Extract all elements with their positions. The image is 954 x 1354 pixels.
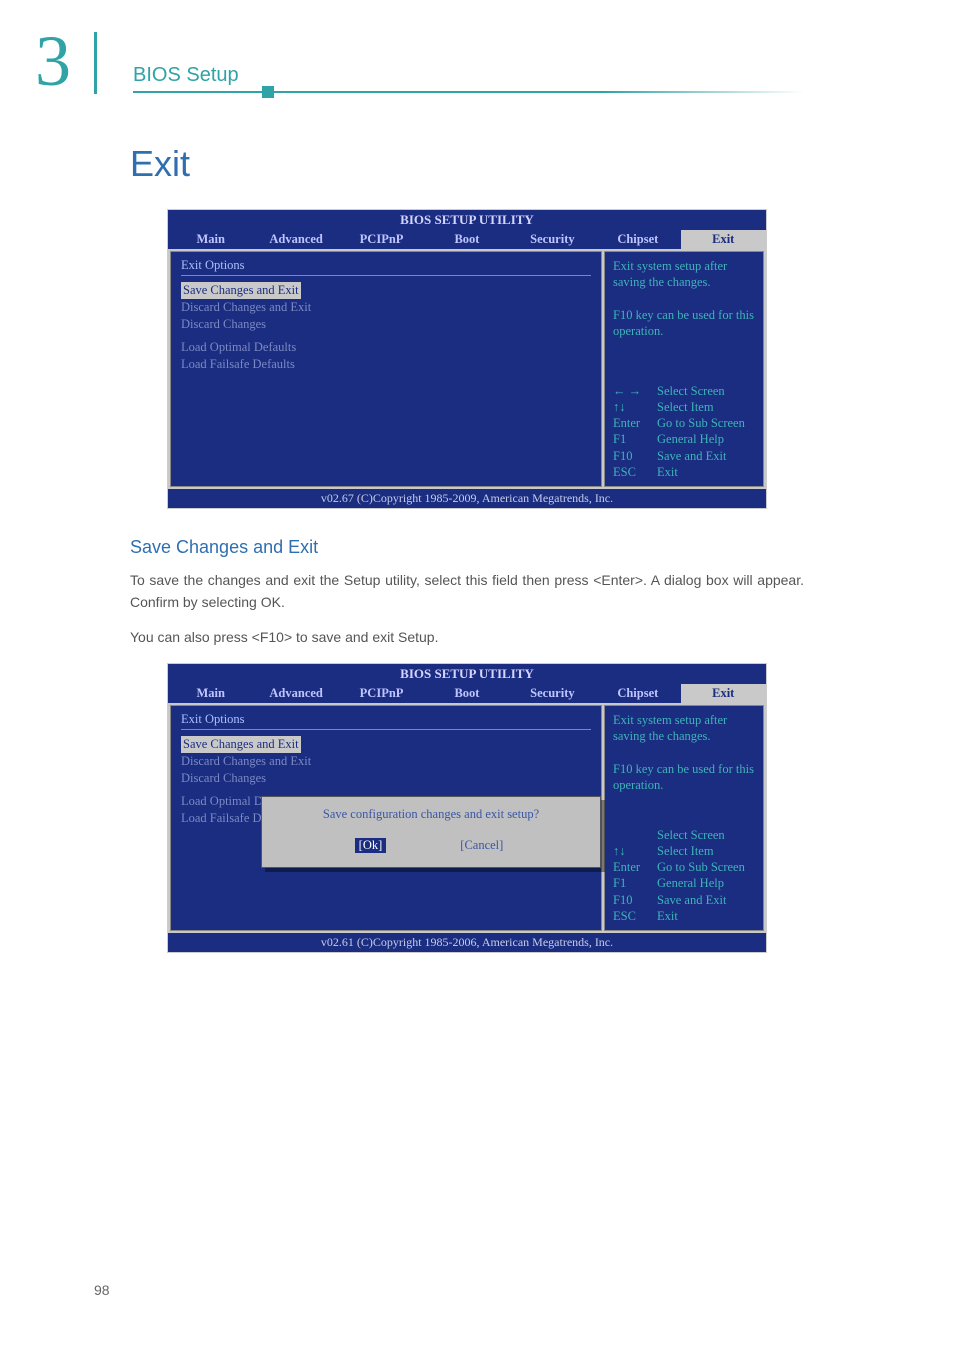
confirm-dialog: Save configuration changes and exit setu… [261,796,601,868]
subheading: Save Changes and Exit [130,537,804,558]
key-select-screen: Select Screen [657,827,725,843]
key-f1: F1 [613,875,657,891]
tab-security[interactable]: Security [510,684,595,703]
bios-tabs: Main Advanced PCIPnP Boot Security Chips… [168,230,766,249]
tab-exit[interactable]: Exit [681,684,766,703]
key-f10: F10 [613,448,657,464]
key-enter: Enter [613,415,657,431]
dialog-ok-button[interactable]: [Ok] [355,838,387,853]
bios-help-pane: Exit system setup after saving the chang… [604,251,764,487]
opt-save-exit[interactable]: Save Changes and Exit [181,736,301,753]
bios-title: BIOS SETUP UTILITY [168,210,766,230]
bios-screenshot-1: BIOS SETUP UTILITY Main Advanced PCIPnP … [167,209,767,509]
help-text: Exit system setup after saving the chang… [613,712,755,793]
bios-footer: v02.61 (C)Copyright 1985-2006, American … [168,933,766,952]
opt-discard[interactable]: Discard Changes [181,770,591,787]
tab-main[interactable]: Main [168,230,253,249]
tab-chipset[interactable]: Chipset [595,684,680,703]
opt-discard-exit[interactable]: Discard Changes and Exit [181,753,591,770]
key-legend: ← →Select Screen ↑↓Select Item EnterGo t… [613,383,755,481]
dialog-message: Save configuration changes and exit setu… [274,807,588,822]
opt-save-exit[interactable]: Save Changes and Exit [181,282,301,299]
key-ud: ↑↓ [613,399,657,415]
bios-options-pane: Exit Options Save Changes and Exit Disca… [170,705,602,931]
tab-boot[interactable]: Boot [424,230,509,249]
page-number: 98 [94,1282,110,1298]
options-header: Exit Options [181,712,591,727]
tab-advanced[interactable]: Advanced [253,230,338,249]
opt-discard-exit[interactable]: Discard Changes and Exit [181,299,591,316]
section-label: BIOS Setup [133,64,239,87]
bios-title: BIOS SETUP UTILITY [168,664,766,684]
key-esc: ESC [613,464,657,480]
tab-pcipnp[interactable]: PCIPnP [339,684,424,703]
tab-advanced[interactable]: Advanced [253,684,338,703]
tab-main[interactable]: Main [168,684,253,703]
body-paragraph-2: You can also press <F10> to save and exi… [130,627,804,649]
tab-exit[interactable]: Exit [681,230,766,249]
tab-security[interactable]: Security [510,230,595,249]
tab-boot[interactable]: Boot [424,684,509,703]
tab-chipset[interactable]: Chipset [595,230,680,249]
options-header: Exit Options [181,258,591,273]
bios-screenshot-2: BIOS SETUP UTILITY Main Advanced PCIPnP … [167,663,767,953]
key-ud: ↑↓ [613,843,657,859]
dialog-cancel-button[interactable]: [Cancel] [456,838,507,853]
body-paragraph-1: To save the changes and exit the Setup u… [130,570,804,613]
opt-load-optimal[interactable]: Load Optimal Defaults [181,339,591,356]
key-esc: ESC [613,908,657,924]
help-text: Exit system setup after saving the chang… [613,258,755,339]
page-title: Exit [130,143,804,185]
key-lr: ← → [613,383,657,399]
chapter-number: 3 [35,20,71,103]
vertical-divider [94,32,97,94]
opt-load-failsafe[interactable]: Load Failsafe Defaults [181,356,591,373]
bios-tabs: Main Advanced PCIPnP Boot Security Chips… [168,684,766,703]
key-f10: F10 [613,892,657,908]
key-f1: F1 [613,431,657,447]
bios-footer: v02.67 (C)Copyright 1985-2009, American … [168,489,766,508]
bios-help-pane: Exit system setup after saving the chang… [604,705,764,931]
key-enter: Enter [613,859,657,875]
tab-pcipnp[interactable]: PCIPnP [339,230,424,249]
decorative-line [133,91,804,93]
opt-discard[interactable]: Discard Changes [181,316,591,333]
bios-options-pane: Exit Options Save Changes and Exit Disca… [170,251,602,487]
key-legend: Select Screen ↑↓Select Item EnterGo to S… [613,827,755,925]
